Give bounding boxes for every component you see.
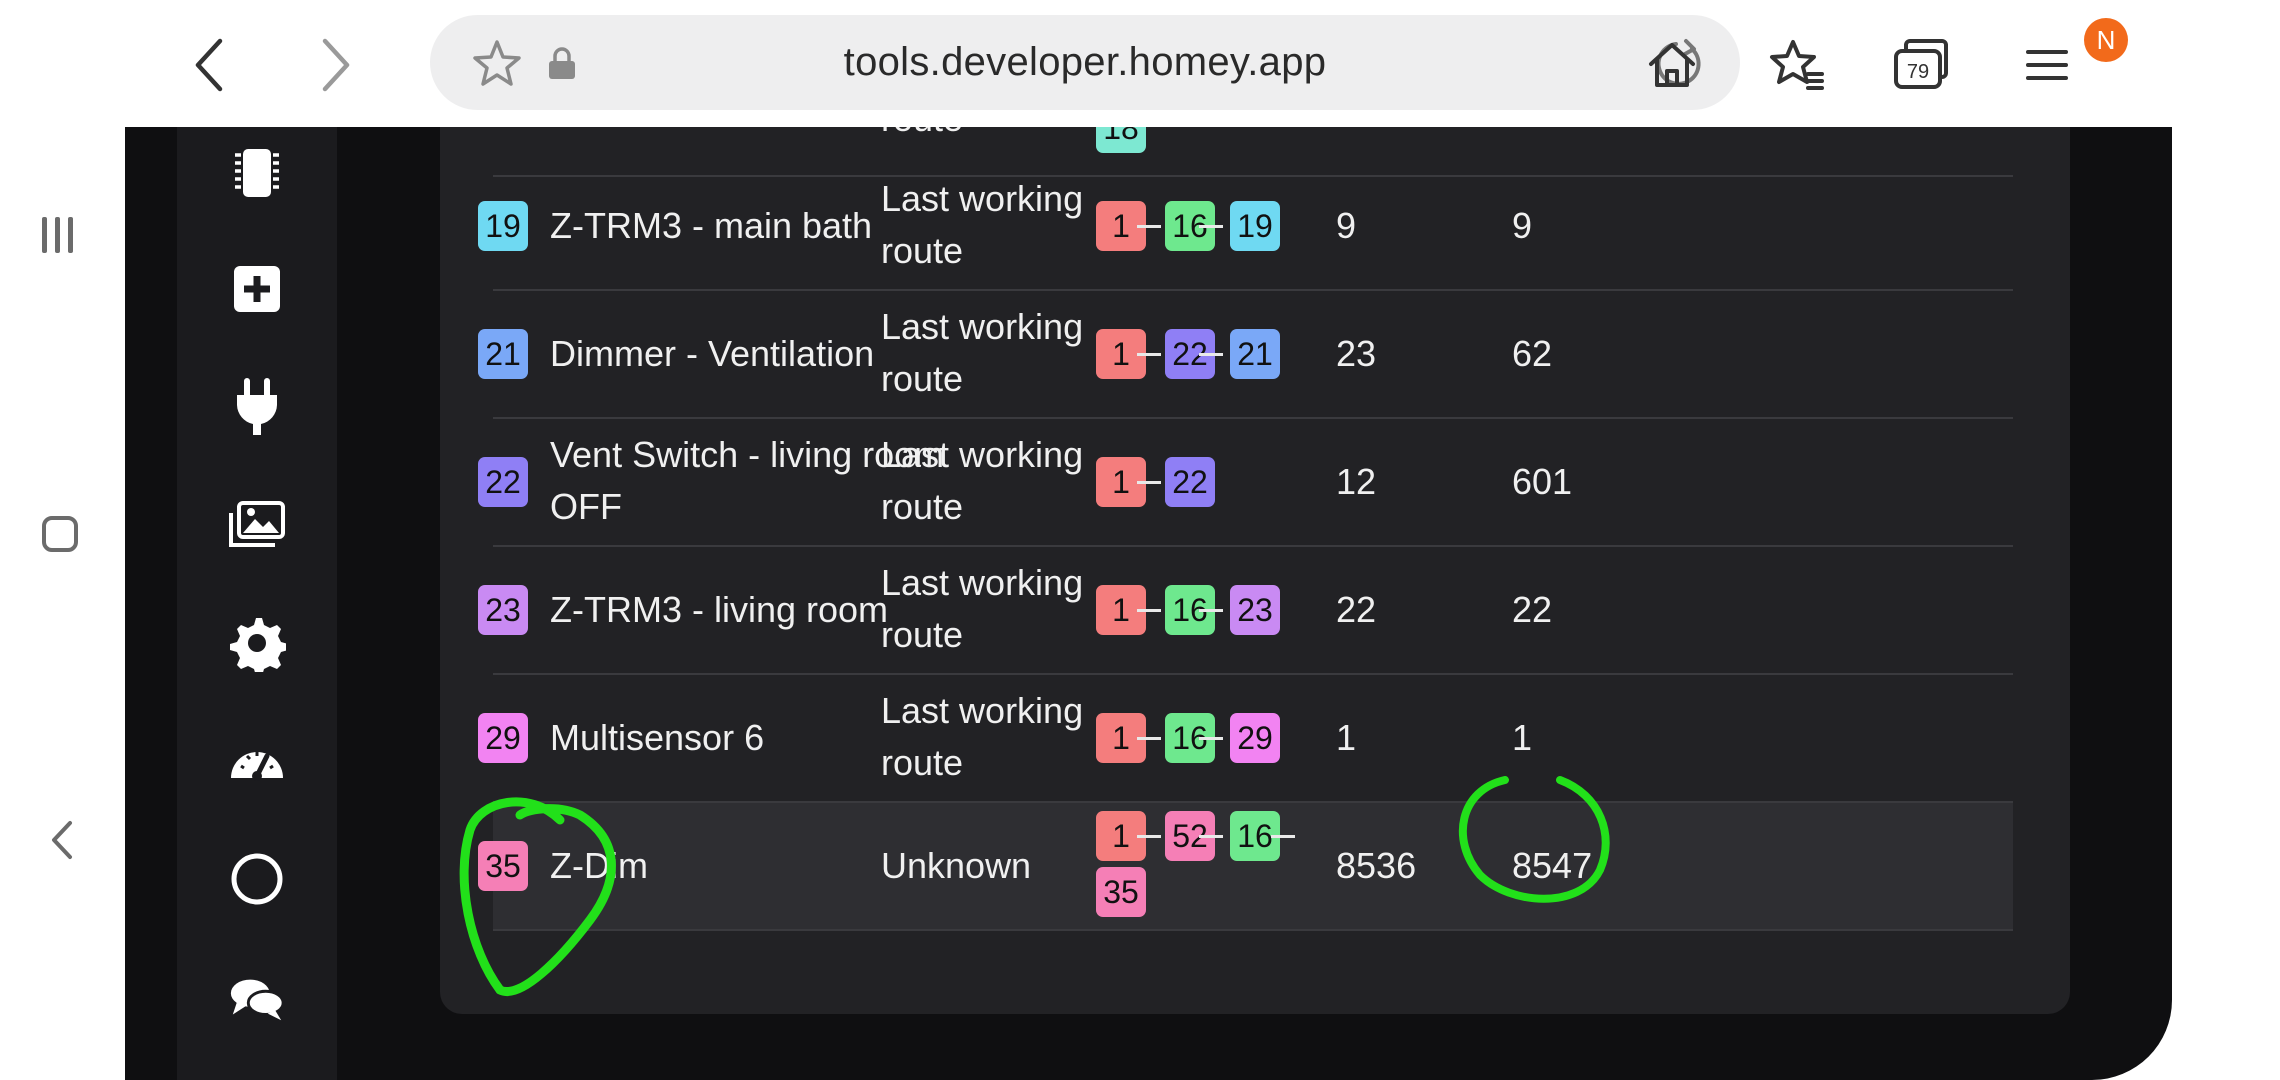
circle-icon[interactable]	[227, 849, 287, 909]
table-row[interactable]: 23 Z-TRM3 - living room Last working rou…	[478, 547, 2013, 675]
route-node: 29	[1230, 713, 1280, 763]
device-name: Multisensor 6	[550, 717, 765, 758]
profile-badge[interactable]: N	[2084, 18, 2128, 62]
device-name: Dimmer - Ventilation	[550, 333, 875, 374]
table-row[interactable]: 22 Vent Switch - living room OFF Last wo…	[478, 419, 2013, 547]
device-name-line2: OFF	[550, 486, 622, 527]
table-cell-value: 601	[1512, 461, 1573, 502]
address-bar[interactable]: tools.developer.homey.app	[430, 15, 1740, 110]
speedometer-icon[interactable]	[227, 731, 287, 791]
table-cell-value: 9	[1336, 205, 1357, 246]
route-node: 21	[1230, 329, 1280, 379]
browser-toolbar: tools.developer.homey.app 79	[125, 0, 2172, 127]
screen-edge	[2172, 0, 2280, 1080]
status-text: Last working	[881, 562, 1084, 603]
node-id-badge: 35	[478, 841, 528, 891]
table-cell-value: 62	[1512, 333, 1553, 374]
plug-icon[interactable]	[227, 377, 287, 437]
home-nav-icon[interactable]	[42, 516, 78, 552]
status-text: Unknown	[881, 845, 1032, 886]
chip-icon[interactable]	[227, 143, 287, 203]
route-node: 35	[1096, 867, 1146, 917]
bookmarks-icon[interactable]	[1762, 30, 1832, 100]
route-node: 22	[1165, 457, 1215, 507]
app-sidebar	[177, 127, 337, 1080]
node-id-badge: 21	[478, 329, 528, 379]
node-id-badge: 19	[478, 201, 528, 251]
table-cell-value: 22	[1336, 589, 1377, 630]
route-node: 18	[1096, 127, 1146, 153]
table-cell-value: 9	[1512, 205, 1533, 246]
node-id-badge: 29	[478, 713, 528, 763]
forward-arrow-icon[interactable]	[300, 30, 370, 100]
status-text: Last working	[881, 306, 1084, 347]
gear-icon[interactable]	[227, 613, 287, 673]
status-text: Last working	[881, 434, 1084, 475]
table-cell-value: 1	[1512, 717, 1533, 758]
tabs-icon[interactable]: 79	[1887, 30, 1957, 100]
status-text: route	[881, 358, 964, 399]
node-id-badge: 23	[478, 585, 528, 635]
table-row[interactable]: 19 Z-TRM3 - main bath Last working route…	[478, 163, 2013, 291]
table-cell-value: 22	[1512, 589, 1553, 630]
table-cell-value: 1	[1336, 717, 1357, 758]
svg-text:79: 79	[1907, 61, 1929, 83]
route-node: 23	[1230, 585, 1280, 635]
table-row[interactable]: 21 Dimmer - Ventilation Last working rou…	[478, 291, 2013, 419]
table-row[interactable]: 29 Multisensor 6 Last working route 1 16…	[478, 675, 2013, 803]
device-name: Z-TRM3 - living room	[550, 589, 889, 630]
status-text: route	[881, 127, 963, 145]
plus-square-icon[interactable]	[227, 259, 287, 319]
status-text: Last working	[881, 690, 1084, 731]
status-text: route	[881, 742, 964, 783]
status-text: route	[881, 230, 964, 271]
table-cell-value: 12	[1336, 461, 1377, 502]
status-text: route	[881, 486, 964, 527]
back-arrow-icon[interactable]	[175, 30, 245, 100]
system-nav-bar	[0, 0, 125, 1080]
table-cell-value: 23	[1336, 333, 1377, 374]
route-node: 19	[1230, 201, 1280, 251]
device-name: Z-TRM3 - main bath	[550, 205, 873, 246]
status-text: Last working	[881, 178, 1084, 219]
url-text: tools.developer.homey.app	[843, 40, 1327, 84]
status-text: route	[881, 614, 964, 655]
page-content: route 18 19 Z-TRM3 - main bath Last work…	[125, 127, 2172, 1080]
recents-icon[interactable]	[42, 215, 82, 255]
menu-icon[interactable]	[2012, 30, 2082, 100]
node-id-badge: 22	[478, 457, 528, 507]
table-cell-value: 8536	[1336, 845, 1417, 886]
table-row-selected[interactable]: 35 Z-Dim Unknown 1 52 16 35 8536 8547	[478, 803, 2013, 931]
images-icon[interactable]	[227, 495, 287, 555]
back-nav-icon[interactable]	[42, 815, 82, 865]
home-icon[interactable]	[1637, 30, 1707, 100]
device-name: Z-Dim	[550, 845, 648, 886]
table-cell-value: 8547	[1512, 845, 1593, 886]
chat-icon[interactable]	[227, 969, 287, 1029]
